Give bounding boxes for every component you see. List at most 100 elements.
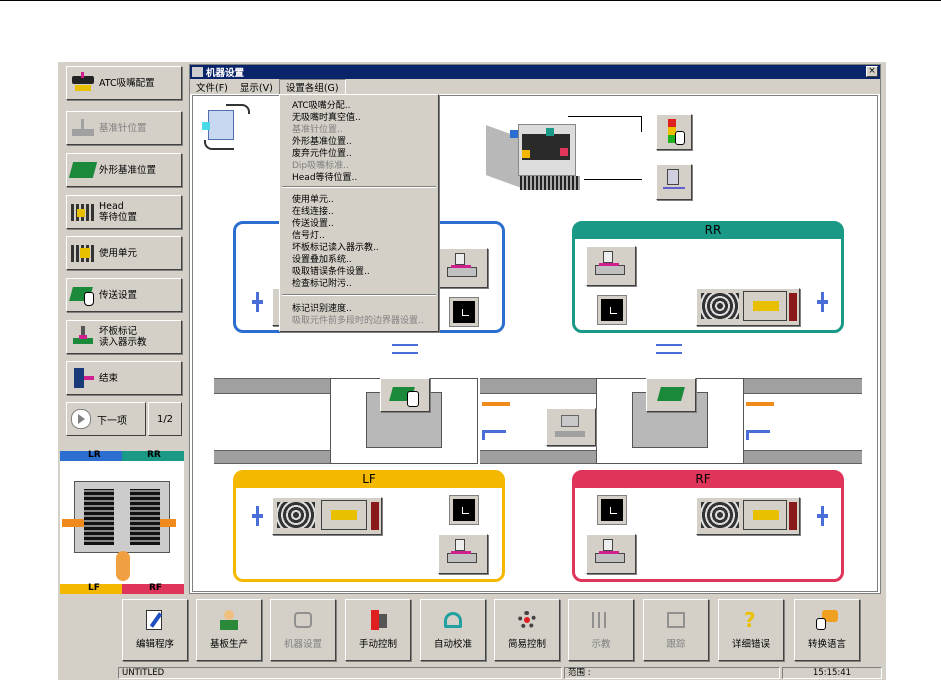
sidebar-item-head-wait[interactable]: Head 等待位置 (66, 195, 182, 229)
panel-rf-title: RF (695, 472, 711, 486)
menubar: 文件(F) 显示(V) 设置各组(G) (190, 78, 880, 95)
top-rule (0, 0, 941, 1)
status-file: UNTITLED (118, 667, 562, 679)
rf-feeder-unit-button[interactable] (696, 497, 800, 535)
sidebar-item-label: 外形基准位置 (99, 164, 157, 176)
conveyor-stop-icon (482, 430, 506, 440)
toolbar-trace[interactable]: 跟踪 (643, 599, 709, 661)
nozzle-icon (603, 539, 613, 551)
toolbar-auto-calibrate[interactable]: 自动校准 (420, 599, 486, 661)
rf-pin-icon (816, 506, 830, 526)
menu-separator (282, 186, 436, 188)
conveyor-rail-bottom-mid (480, 450, 596, 464)
lr-vacuum-button[interactable] (438, 248, 488, 288)
leader-line (641, 116, 642, 132)
menu-settings-group[interactable]: 设置各组(G) (278, 78, 346, 95)
sidebar-item-label: 坏板标记 读入器示教 (99, 326, 147, 348)
sidebar-item-label: ATC吸嘴配置 (99, 77, 155, 89)
lf-dip-indicator (449, 495, 479, 525)
rr-pin-icon (816, 292, 830, 312)
sidebar-item-outline-position[interactable]: 外形基准位置 (66, 153, 182, 187)
lf-feeder-unit-button[interactable] (272, 497, 382, 535)
toolbar-simple-control[interactable]: 简易控制 (494, 599, 560, 661)
minimap-lr-label: LR (88, 450, 101, 460)
window-titlebar[interactable]: 机器设置 (190, 65, 880, 79)
sidebar-item-atc-nozzle[interactable]: ATC吸嘴配置 (66, 66, 182, 100)
conveyor-rail-top-mid (480, 378, 596, 394)
panel-rr-title: RR (704, 223, 722, 237)
lr-transfer-icon (392, 344, 418, 354)
conveyor-icon (69, 284, 96, 306)
toolbar-detail-error[interactable]: ? 详细错误 (718, 599, 784, 661)
rf-vacuum-button[interactable] (586, 534, 636, 574)
signal-light-button[interactable] (656, 114, 692, 150)
sidebar-item-pin-position[interactable]: 基准针位置 (66, 111, 182, 145)
next-item-button[interactable]: 下一项 (66, 402, 146, 436)
hand-pointer-icon (407, 391, 419, 407)
window-title: 机器设置 (206, 68, 245, 79)
operator-icon (116, 551, 130, 581)
left-feeder-bank (84, 489, 114, 545)
status-time: 15:15:41 (782, 667, 882, 679)
toolbar-manual-control[interactable]: 手动控制 (345, 599, 411, 661)
head-icon (331, 510, 357, 520)
arrow-in-icon (62, 519, 84, 527)
toolbar-machine-setup[interactable]: 机器设置 (270, 599, 336, 661)
toolbar-production[interactable]: 基板生产 (196, 599, 262, 661)
machine-minimap: LR RR LF RF (60, 450, 184, 594)
status-range: 范围 : (564, 667, 780, 679)
board-outline-icon (68, 159, 98, 181)
pin-position-icon (70, 117, 96, 139)
menu-item-head-wait[interactable]: Head等待位置.. (292, 170, 357, 183)
sidebar-item-label: 结束 (99, 372, 119, 384)
lf-vacuum-button[interactable] (438, 534, 488, 574)
right-conveyor-button[interactable] (646, 378, 696, 412)
page-indicator[interactable]: 1/2 (148, 402, 182, 436)
center-pin-button[interactable] (546, 408, 596, 446)
toolbar-label: 编辑程序 (135, 639, 174, 650)
head-wait-icon (70, 201, 96, 223)
toolbar-label: 简易控制 (507, 639, 546, 650)
auto-calibrate-icon (440, 608, 466, 632)
window-close-button[interactable]: × (866, 66, 878, 77)
rr-transfer-icon (656, 344, 682, 354)
conveyor-rail-bottom-left (214, 450, 330, 464)
tray-icon (277, 502, 315, 528)
toolbar-teach[interactable]: 示教 (568, 599, 634, 661)
board-icon (657, 387, 685, 401)
left-conveyor-button[interactable] (380, 378, 430, 412)
sidebar-item-conveyor[interactable]: 传送设置 (66, 278, 182, 312)
toolbar-label: 转换语言 (807, 639, 846, 650)
menu-item-mark-check[interactable]: 检查标记附污.. (292, 276, 352, 289)
lr-dip-indicator (449, 297, 479, 327)
pin-icon (561, 415, 579, 427)
manual-control-icon (365, 608, 391, 632)
sidebar-item-bad-mark[interactable]: 坏板标记 读入器示教 (66, 320, 182, 354)
conveyor-stop-icon (746, 430, 770, 440)
conveyor-direction-icon (482, 402, 510, 406)
edit-program-icon (142, 608, 168, 632)
vacuum-setting-button[interactable] (656, 164, 692, 200)
menu-item-boundary[interactable]: 吸取元件前多段时的边界器设置.. (292, 313, 424, 326)
head-icon (753, 301, 779, 311)
menu-file[interactable]: 文件(F) (190, 80, 234, 94)
tray-icon (701, 293, 739, 319)
sidebar-item-exit[interactable]: 结束 (66, 361, 182, 395)
toolbar-label: 详细错误 (731, 639, 770, 650)
toolbar-label: 机器设置 (283, 639, 322, 650)
simple-control-icon (514, 608, 540, 632)
toolbar-label: 跟踪 (666, 639, 686, 650)
exit-door-icon (70, 367, 96, 389)
menu-view[interactable]: 显示(V) (234, 80, 279, 94)
rr-vacuum-button[interactable] (586, 246, 636, 286)
nozzle-icon (455, 253, 465, 265)
menu-separator (282, 294, 436, 296)
nozzle-icon (603, 251, 613, 263)
toolbar-edit-program[interactable]: 编辑程序 (122, 599, 188, 661)
leader-line (568, 116, 642, 117)
trace-icon (663, 608, 689, 632)
sidebar-item-use-unit[interactable]: 使用单元 (66, 236, 182, 270)
toolbar-change-language[interactable]: 转换语言 (794, 599, 860, 661)
rr-feeder-unit-button[interactable] (696, 288, 800, 326)
conveyor-rail-top-left (214, 378, 330, 394)
